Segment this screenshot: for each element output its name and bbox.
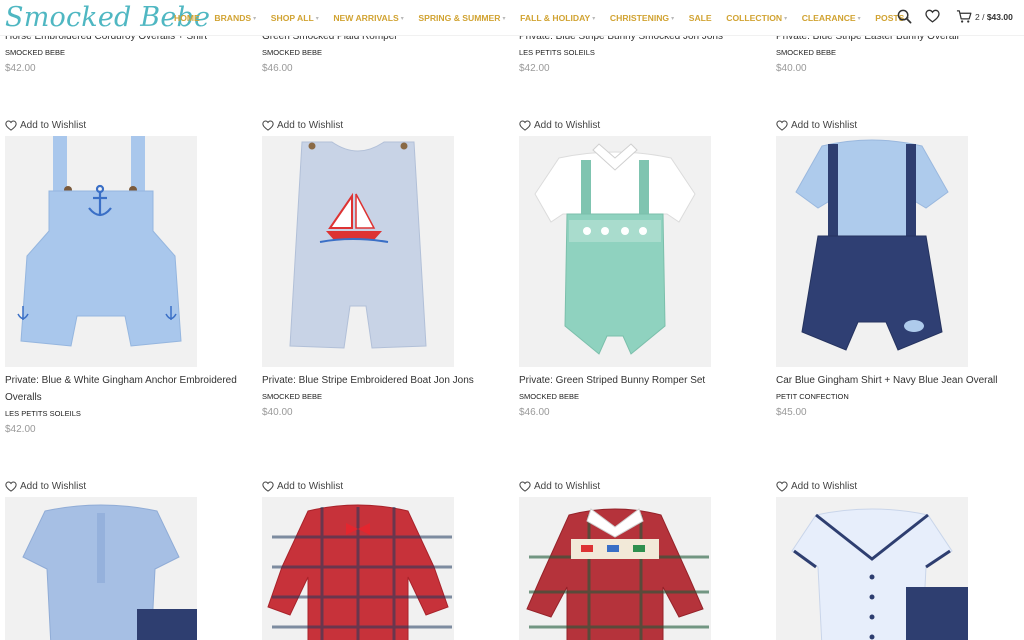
product-brand[interactable]: Smocked Bebe [262,48,502,57]
nav-fall-holiday-label: Fall & Holiday [520,13,591,23]
chevron-down-icon: ▾ [253,15,257,22]
heart-icon [519,120,531,131]
cart-icon[interactable] [956,9,972,29]
product-price: $42.00 [5,424,36,435]
product-brand[interactable]: Petit Confection [776,392,1016,401]
product-image[interactable] [776,497,968,640]
product-brand[interactable]: Smocked Bebe [519,392,759,401]
nav-brands[interactable]: Brands ▾ [214,13,256,23]
heart-icon [262,120,274,131]
product-card: Add to Wishlist [5,479,245,640]
heart-icon [5,481,17,492]
product-title[interactable]: Private: Green Striped Bunny Romper Set [519,372,759,389]
product-card: Add to Wishlist [776,479,1016,640]
product-brand[interactable]: Les Petits Soleils [5,409,245,418]
product-title[interactable]: Car Blue Gingham Shirt + Navy Blue Jean … [776,372,1016,389]
product-image[interactable] [262,497,454,640]
add-to-wishlist-button[interactable]: Add to Wishlist [776,479,1016,493]
product-title[interactable]: Private: Blue & White Gingham Anchor Emb… [5,372,245,406]
cart-summary[interactable]: 2 / $43.00 [975,12,1013,22]
product-brand[interactable]: Les Petits Soleils [519,48,759,57]
chevron-down-icon: ▾ [857,15,861,22]
wishlist-label: Add to Wishlist [534,119,601,131]
product-image[interactable] [262,136,454,367]
nav-clearance-label: Clearance [801,13,856,23]
product-card: Add to Wishlist Private: Green Striped B… [519,118,759,418]
nav-spring-summer-label: Spring & Summer [418,13,501,23]
chevron-down-icon: ▾ [592,15,596,22]
heart-icon[interactable] [925,9,940,28]
product-image[interactable] [776,136,968,367]
nav-clearance[interactable]: Clearance ▾ [802,13,861,23]
site-header: Smocked Bebe Home Brands ▾ Shop All ▾ New … [0,0,1024,36]
search-icon[interactable] [897,9,912,29]
nav-shop-all-label: Shop All [270,13,314,23]
product-card: Add to Wishlist Private: Blue Stripe Emb… [262,118,502,418]
product-price: $46.00 [262,63,293,74]
product-price: $42.00 [5,63,36,74]
add-to-wishlist-button[interactable]: Add to Wishlist [776,118,1016,132]
add-to-wishlist-button[interactable]: Add to Wishlist [5,118,245,132]
add-to-wishlist-button[interactable]: Add to Wishlist [262,118,502,132]
cart-count: 2 / [975,12,985,22]
product-price: $40.00 [776,63,807,74]
cart-total: $43.00 [986,12,1013,22]
nav-home-label: Home [174,13,200,23]
nav-new-arrivals[interactable]: New Arrivals ▾ [333,13,403,23]
nav-collection-label: Collection [726,13,783,23]
nav-sale[interactable]: Sale [689,13,712,23]
wishlist-label: Add to Wishlist [20,480,87,492]
wishlist-label: Add to Wishlist [791,119,858,131]
nav-sale-label: Sale [688,13,712,23]
nav-new-arrivals-label: New Arrivals [333,13,399,23]
nav-brands-label: Brands [214,13,252,23]
nav-shop-all[interactable]: Shop All ▾ [271,13,319,23]
add-to-wishlist-button[interactable]: Add to Wishlist [262,479,502,493]
add-to-wishlist-button[interactable]: Add to Wishlist [519,479,759,493]
add-to-wishlist-button[interactable]: Add to Wishlist [519,118,759,132]
chevron-down-icon: ▾ [671,15,675,22]
heart-icon [776,481,788,492]
chevron-down-icon: ▾ [315,15,319,22]
product-price: $42.00 [519,63,550,74]
wishlist-label: Add to Wishlist [534,480,601,492]
wishlist-label: Add to Wishlist [277,119,344,131]
product-price: $45.00 [776,407,807,418]
product-card: Add to Wishlist [519,479,759,640]
wishlist-label: Add to Wishlist [791,480,858,492]
wishlist-label: Add to Wishlist [20,119,87,131]
nav-christening-label: Christening [609,13,670,23]
product-brand[interactable]: Smocked Bebe [5,48,245,57]
product-brand[interactable]: Smocked Bebe [776,48,1016,57]
nav-home[interactable]: Home [174,13,200,23]
chevron-down-icon: ▾ [784,15,788,22]
product-image[interactable] [519,136,711,367]
heart-icon [262,481,274,492]
heart-icon [519,481,531,492]
add-to-wishlist-button[interactable]: Add to Wishlist [5,479,245,493]
main-nav: Home Brands ▾ Shop All ▾ New Arrivals ▾ Spr… [174,0,924,36]
nav-christening[interactable]: Christening ▾ [610,13,674,23]
product-card: Add to Wishlist [262,479,502,640]
chevron-down-icon: ▾ [502,15,506,22]
product-title[interactable]: Private: Blue Stripe Embroidered Boat Jo… [262,372,502,389]
nav-spring-summer[interactable]: Spring & Summer ▾ [418,13,505,23]
product-price: $40.00 [262,407,293,418]
product-card: Add to Wishlist Private: Blue & White Gi… [5,118,245,435]
heart-icon [776,120,788,131]
product-image[interactable] [5,497,197,640]
chevron-down-icon: ▾ [400,15,404,22]
product-card: Add to Wishlist Car Blue Gingham Shirt +… [776,118,1016,418]
product-brand[interactable]: Smocked Bebe [262,392,502,401]
product-image[interactable] [5,136,197,367]
nav-collection[interactable]: Collection ▾ [726,13,787,23]
heart-icon [5,120,17,131]
product-image[interactable] [519,497,711,640]
nav-fall-holiday[interactable]: Fall & Holiday ▾ [520,13,595,23]
product-price: $46.00 [519,407,550,418]
wishlist-label: Add to Wishlist [277,480,344,492]
